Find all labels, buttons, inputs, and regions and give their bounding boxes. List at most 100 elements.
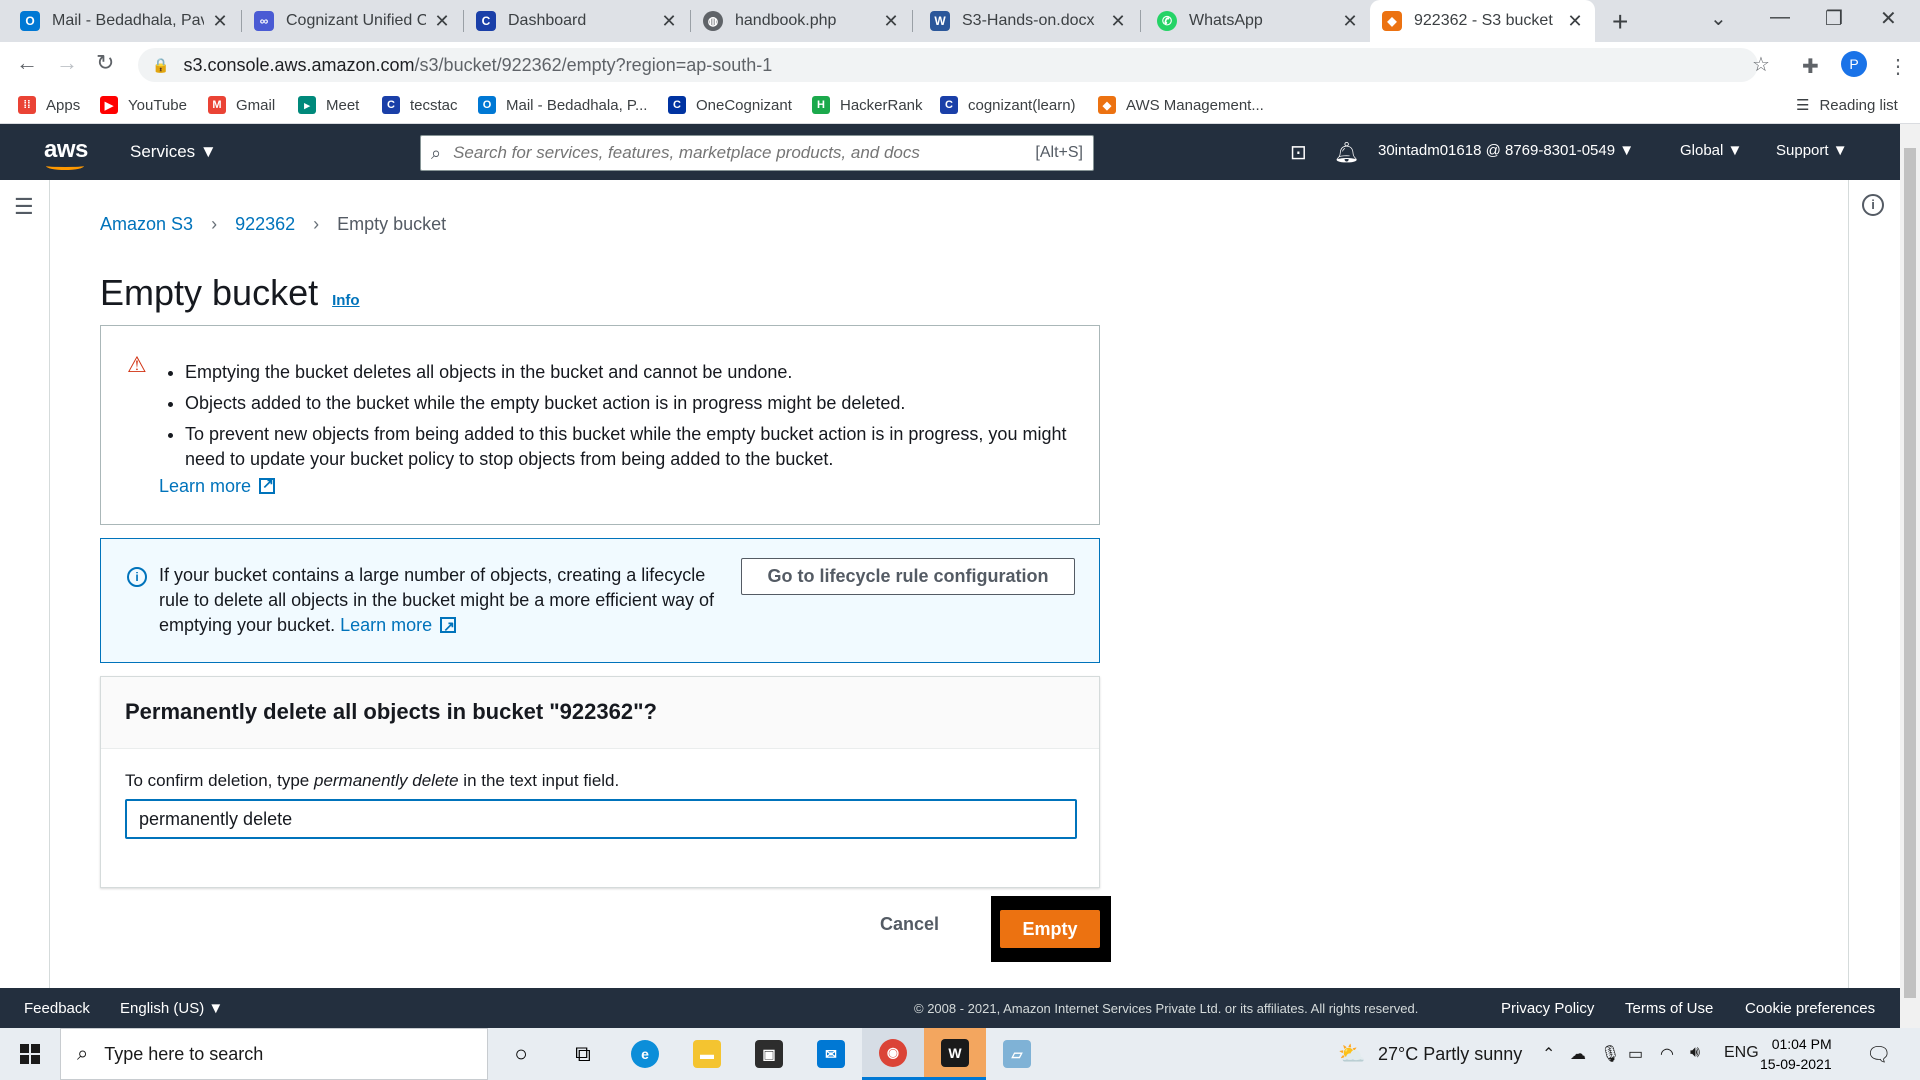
search-shortcut: [Alt+S]: [1035, 144, 1083, 161]
breadcrumb-amazon-s3[interactable]: Amazon S3: [100, 214, 193, 235]
tab-dashboard[interactable]: C Dashboard ✕: [464, 0, 689, 42]
bookmark-hackerrank[interactable]: H HackerRank: [812, 96, 923, 114]
external-link-icon: [259, 475, 276, 494]
info-alert-text: If your bucket contains a large number o…: [159, 563, 719, 639]
reading-list-icon: ☰: [1796, 97, 1810, 114]
tab-cognizant-unified[interactable]: ∞ Cognizant Unified Co ✕: [242, 0, 462, 42]
onedrive-icon[interactable]: ☁: [1570, 1044, 1586, 1064]
lifecycle-rule-button[interactable]: Go to lifecycle rule configuration: [741, 558, 1075, 595]
menu-kebab-icon[interactable]: ⋮: [1888, 54, 1908, 79]
mail-envelope-icon: ✉: [817, 1040, 845, 1068]
tray-overflow-icon[interactable]: ⌃: [1542, 1044, 1555, 1064]
volume-icon[interactable]: 🔊︎: [1690, 1044, 1700, 1062]
new-tab-button[interactable]: +: [1612, 6, 1628, 38]
profile-avatar[interactable]: P: [1841, 51, 1867, 77]
file-explorer-app[interactable]: ▬: [676, 1028, 738, 1080]
aws-footer: Feedback English (US) ▼ © 2008 - 2021, A…: [0, 988, 1900, 1028]
close-tab-icon[interactable]: ✕: [661, 11, 677, 32]
wifi-icon[interactable]: ◠: [1660, 1044, 1674, 1064]
language-indicator[interactable]: ENG: [1724, 1044, 1759, 1062]
page-title: Empty bucket: [100, 272, 319, 313]
bookmark-youtube[interactable]: ▶ YouTube: [100, 96, 187, 114]
taskbar-clock[interactable]: 01:04 PM 15-09-2021: [1760, 1034, 1832, 1074]
globe-icon: ◍: [703, 11, 723, 31]
scrollbar-thumb[interactable]: [1904, 148, 1916, 998]
onecognizant-icon: C: [668, 96, 686, 114]
region-menu[interactable]: Global ▼: [1680, 142, 1742, 159]
privacy-policy-link[interactable]: Privacy Policy: [1501, 1000, 1594, 1017]
support-menu[interactable]: Support ▼: [1776, 142, 1848, 159]
minimize-icon[interactable]: —: [1770, 6, 1790, 29]
maximize-icon[interactable]: ❐: [1825, 6, 1843, 31]
close-tab-icon[interactable]: ✕: [883, 11, 899, 32]
empty-button[interactable]: Empty: [1000, 910, 1100, 948]
cognizant-icon: C: [476, 11, 496, 31]
lifecycle-learn-more-link[interactable]: Learn more: [340, 615, 432, 635]
notifications-bell-icon[interactable]: 🔔︎: [1334, 140, 1359, 165]
aws-logo[interactable]: aws: [44, 136, 88, 164]
aws-search-box[interactable]: ⌕ [Alt+S]: [420, 135, 1094, 171]
edge-app[interactable]: e: [614, 1028, 676, 1080]
extensions-icon[interactable]: ✚: [1802, 54, 1819, 79]
bookmark-mail[interactable]: O Mail - Bedadhala, P...: [478, 96, 647, 114]
close-tab-icon[interactable]: ✕: [434, 11, 450, 32]
account-menu[interactable]: 30intadm01618 @ 8769-8301-0549 ▼: [1378, 142, 1634, 159]
weather-icon[interactable]: ⛅: [1338, 1041, 1365, 1067]
learn-more-link[interactable]: Learn more: [159, 476, 251, 496]
tab-mail[interactable]: O Mail - Bedadhala, Pava ✕: [8, 0, 240, 42]
bookmark-meet[interactable]: ▸ Meet: [298, 96, 359, 114]
feedback-link[interactable]: Feedback: [24, 1000, 90, 1017]
tab-search-icon[interactable]: ⌄: [1710, 6, 1727, 31]
bookmark-onecognizant[interactable]: C OneCognizant: [668, 96, 792, 114]
webex-app[interactable]: W: [924, 1028, 986, 1080]
close-tab-icon[interactable]: ✕: [1342, 11, 1358, 32]
info-link[interactable]: Info: [332, 292, 360, 309]
cloudshell-icon[interactable]: ⊡: [1290, 140, 1307, 165]
hamburger-menu-icon[interactable]: ☰: [14, 194, 34, 220]
chrome-app[interactable]: ◉: [862, 1028, 924, 1080]
chrome-icon: ◉: [879, 1038, 907, 1067]
bookmark-apps[interactable]: ⁞⁞ Apps: [18, 96, 80, 114]
cancel-button[interactable]: Cancel: [880, 914, 939, 935]
weather-text[interactable]: 27°C Partly sunny: [1378, 1044, 1522, 1065]
windows-start-icon[interactable]: [20, 1044, 40, 1064]
bookmark-cognizant-learn[interactable]: C cognizant(learn): [940, 96, 1076, 114]
breadcrumb-bucket[interactable]: 922362: [235, 214, 295, 235]
close-tab-icon[interactable]: ✕: [1110, 11, 1126, 32]
tab-handbook[interactable]: ◍ handbook.php ✕: [691, 0, 911, 42]
warning-item: Objects added to the bucket while the em…: [185, 391, 1085, 416]
tab-word-doc[interactable]: W S3-Hands-on.docx ✕: [918, 0, 1138, 42]
back-icon[interactable]: ←: [16, 50, 38, 76]
taskbar-search[interactable]: ⌕ Type here to search: [60, 1028, 488, 1080]
store-app[interactable]: ▣: [738, 1028, 800, 1080]
bookmark-star-icon[interactable]: ☆: [1752, 52, 1770, 77]
services-menu[interactable]: Services ▼: [130, 142, 217, 162]
tab-whatsapp[interactable]: ✆ WhatsApp ✕: [1145, 0, 1370, 42]
task-view-icon[interactable]: ⧉: [552, 1028, 614, 1080]
reload-icon[interactable]: ↻: [96, 50, 114, 76]
bookmark-aws[interactable]: ◆ AWS Management...: [1098, 96, 1264, 114]
bookmark-tecstac[interactable]: C tecstac: [382, 96, 458, 114]
close-tab-icon[interactable]: ✕: [1567, 11, 1583, 32]
battery-icon[interactable]: ▭: [1628, 1044, 1643, 1064]
cookie-preferences-link[interactable]: Cookie preferences: [1745, 1000, 1875, 1017]
windows-taskbar: ⌕ Type here to search ○ ⧉ e ▬ ▣ ✉ ◉ W ▱ …: [0, 1028, 1920, 1080]
help-info-icon[interactable]: i: [1862, 194, 1884, 216]
mail-app[interactable]: ✉: [800, 1028, 862, 1080]
close-window-icon[interactable]: ✕: [1880, 6, 1897, 31]
confirm-text-input[interactable]: [125, 799, 1077, 839]
cortana-icon[interactable]: ○: [490, 1028, 552, 1080]
close-tab-icon[interactable]: ✕: [212, 11, 228, 32]
misc-app[interactable]: ▱: [986, 1028, 1048, 1080]
microphone-icon[interactable]: 🎙︎: [1600, 1044, 1620, 1064]
terms-of-use-link[interactable]: Terms of Use: [1625, 1000, 1713, 1017]
language-selector[interactable]: English (US) ▼: [120, 1000, 223, 1017]
aws-search-input[interactable]: [453, 143, 1036, 163]
reading-list-button[interactable]: ☰ Reading list: [1796, 96, 1898, 115]
page-scrollbar[interactable]: [1900, 124, 1920, 1028]
tab-s3-bucket[interactable]: ◆ 922362 - S3 bucket ✕: [1370, 0, 1595, 42]
notification-center-icon[interactable]: 🗨︎: [1866, 1042, 1891, 1067]
address-bar[interactable]: 🔒 s3.console.aws.amazon.com/s3/bucket/92…: [138, 48, 1758, 82]
bookmark-gmail[interactable]: M Gmail: [208, 96, 275, 114]
forward-icon[interactable]: →: [56, 50, 78, 76]
